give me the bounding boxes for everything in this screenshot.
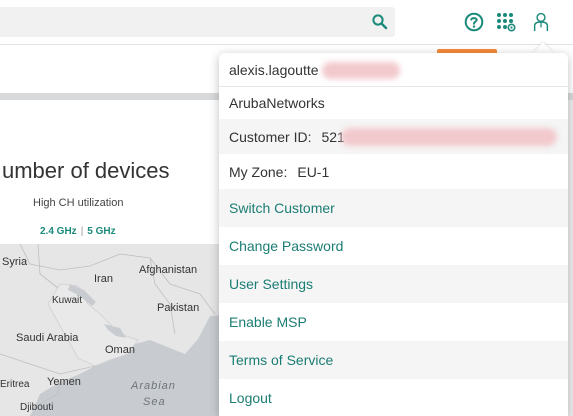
map-sea-label: Sea	[143, 396, 166, 408]
map-sea-label: Arabian	[131, 380, 176, 392]
customer-id-label: Customer ID:	[229, 129, 312, 145]
top-bar	[0, 0, 573, 45]
customer-id-field: Customer ID: 521	[229, 129, 345, 145]
zone-row: My Zone: EU-1	[219, 154, 568, 189]
user-email-row: alexis.lagoutte	[219, 53, 568, 86]
menu-item-label[interactable]: Change Password	[229, 238, 343, 254]
zone-label: My Zone:	[229, 164, 288, 180]
redacted-text	[341, 128, 557, 146]
band-24ghz-link[interactable]: 2.4 GHz	[40, 226, 77, 237]
map-label: Afghanistan	[139, 264, 198, 276]
menu-item-terms-of-service[interactable]: Terms of Service	[219, 341, 568, 379]
menu-item-switch-customer[interactable]: Switch Customer	[219, 189, 568, 227]
band-5ghz-link[interactable]: 5 GHz	[87, 226, 115, 237]
map-label: Iran	[94, 273, 113, 285]
user-email: alexis.lagoutte	[229, 62, 319, 78]
search-icon[interactable]	[371, 13, 389, 31]
user-menu-dropdown: alexis.lagoutte ArubaNetworks Customer I…	[219, 53, 568, 416]
menu-item-label[interactable]: Enable MSP	[229, 314, 307, 330]
map-background	[0, 244, 240, 416]
zone-field: My Zone: EU-1	[229, 164, 329, 180]
zone-value: EU-1	[297, 164, 330, 180]
card-title: umber of devices	[2, 158, 170, 183]
menu-item-logout[interactable]: Logout	[219, 379, 568, 416]
band-selector: 2.4 GHz | 5 GHz	[40, 226, 116, 237]
organization-name: ArubaNetworks	[229, 95, 325, 111]
menu-item-user-settings[interactable]: User Settings	[219, 265, 568, 303]
map-label: Syria	[2, 256, 28, 268]
map[interactable]: Syria Afghanistan Iran Kuwait Pakistan S…	[0, 244, 240, 416]
map-label: Djibouti	[20, 402, 54, 413]
menu-item-label[interactable]: User Settings	[229, 276, 313, 292]
organization-row: ArubaNetworks	[219, 86, 568, 120]
map-label: Saudi Arabia	[16, 332, 79, 344]
user-icon[interactable]	[531, 12, 551, 32]
help-icon[interactable]	[464, 12, 484, 32]
apps-grid-icon[interactable]	[496, 12, 516, 32]
card-subtitle: High CH utilization	[33, 197, 124, 209]
customer-id-row: Customer ID: 521	[219, 119, 568, 154]
menu-item-enable-msp[interactable]: Enable MSP	[219, 303, 568, 341]
map-label: Yemen	[47, 376, 81, 388]
map-label: Pakistan	[157, 302, 200, 314]
search-input[interactable]	[0, 7, 395, 37]
redacted-text	[322, 62, 400, 79]
menu-item-label[interactable]: Switch Customer	[229, 200, 335, 216]
band-separator: |	[80, 226, 84, 237]
map-label: Oman	[105, 344, 135, 356]
dropdown-caret	[533, 42, 553, 53]
menu-item-label[interactable]: Terms of Service	[229, 352, 333, 368]
map-label: Eritrea	[0, 379, 30, 390]
menu-item-change-password[interactable]: Change Password	[219, 227, 568, 265]
map-label: Kuwait	[52, 295, 83, 306]
menu-item-label[interactable]: Logout	[229, 390, 272, 406]
